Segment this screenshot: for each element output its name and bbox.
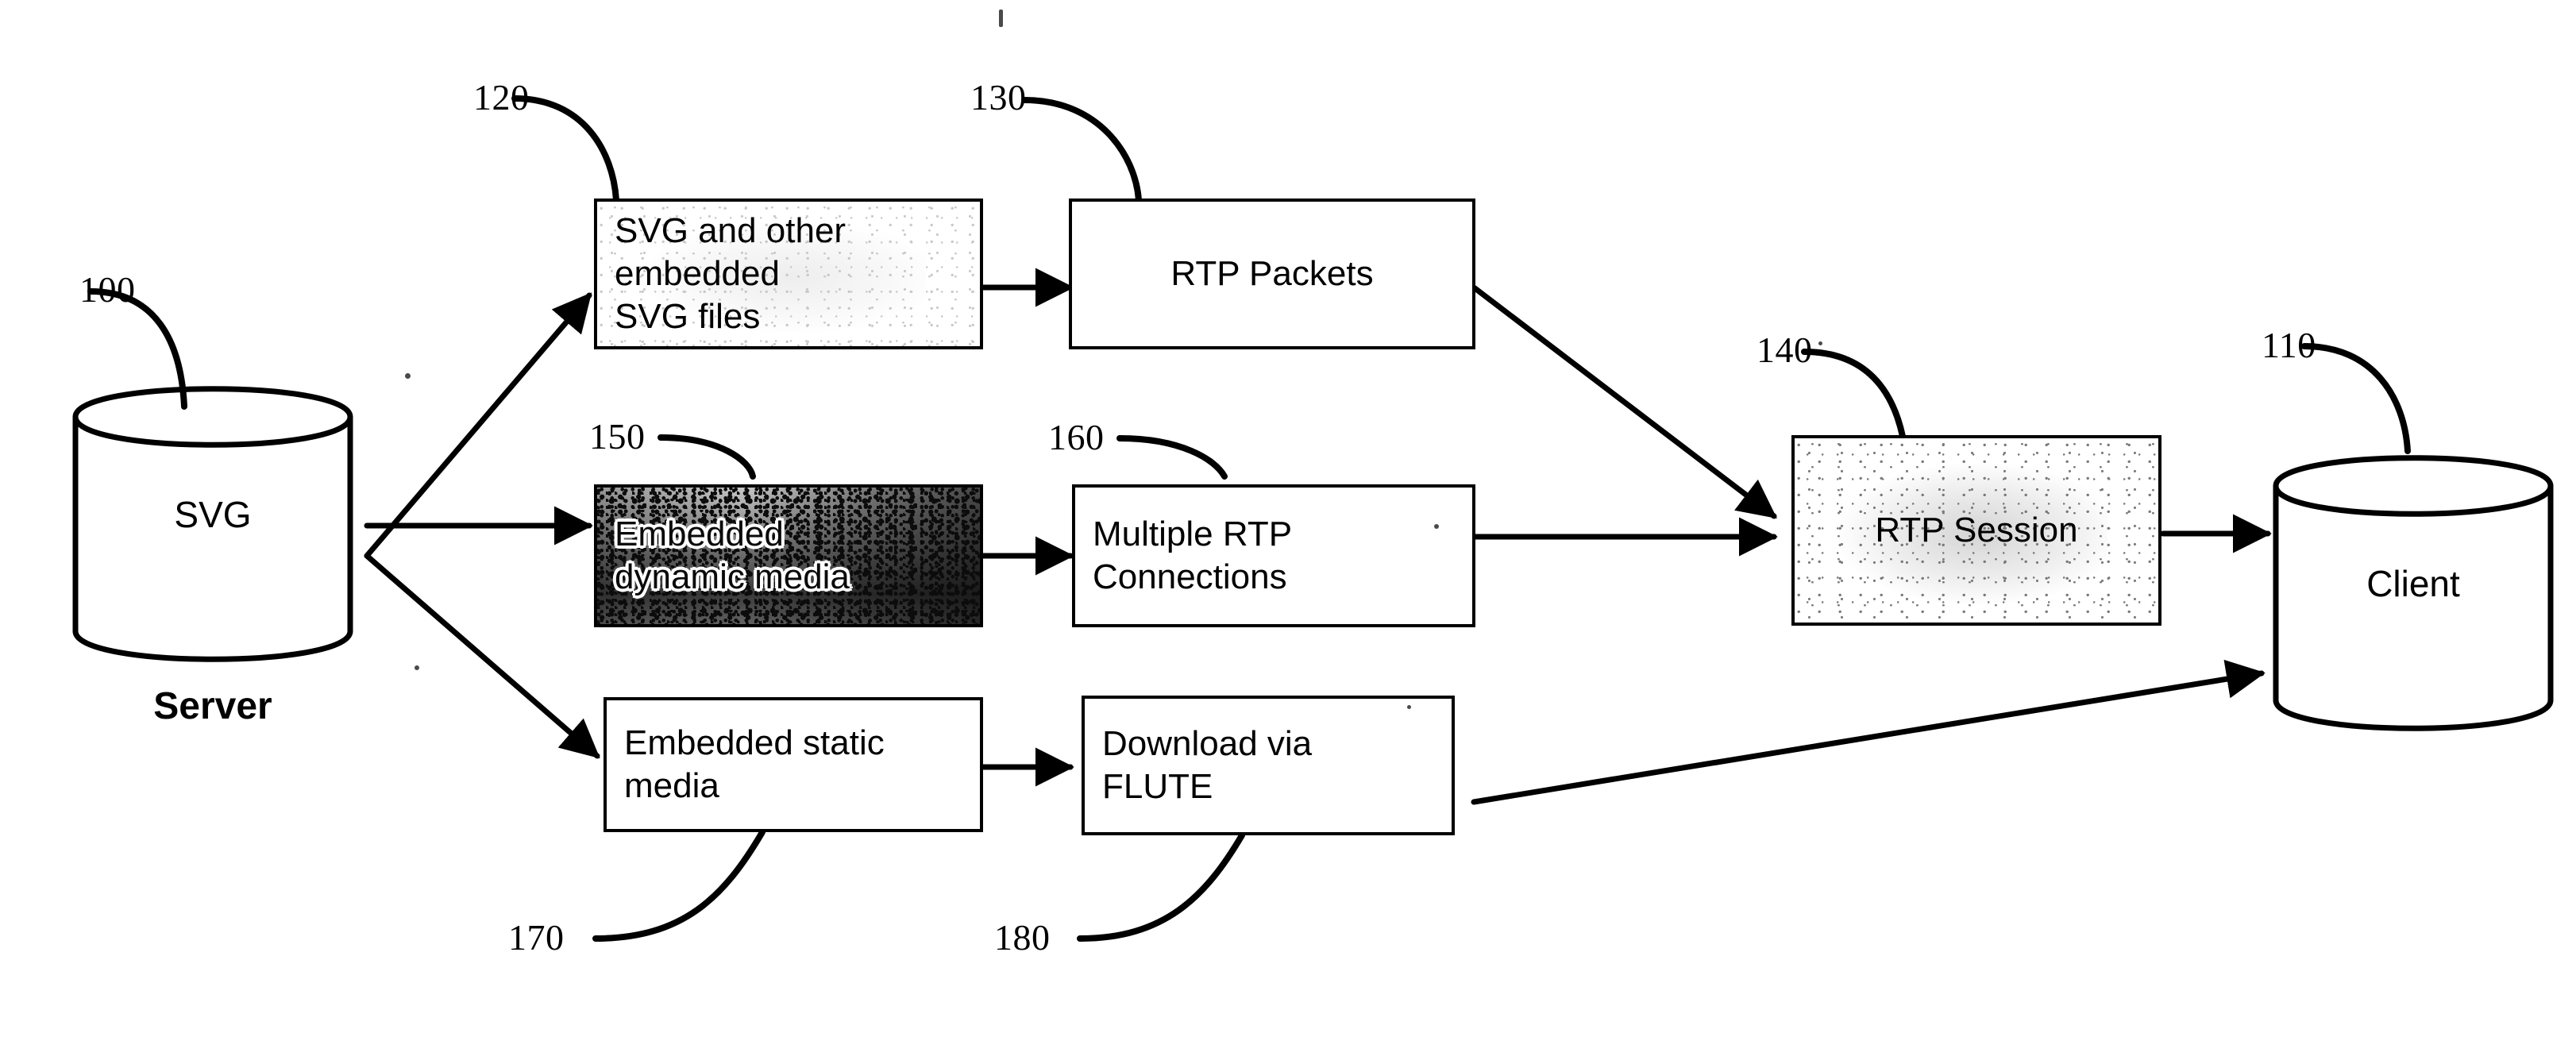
- box-rtp-packets-label: RTP Packets: [1170, 254, 1374, 294]
- leader-line-150: [657, 434, 756, 480]
- server-caption: Server: [153, 685, 272, 727]
- ref-numeral-150: 150: [589, 416, 646, 457]
- box-multiple-rtp-connections[interactable]: Multiple RTP Connections: [1072, 484, 1475, 627]
- box-dynamic-media-label: Embedded dynamic media: [615, 515, 850, 596]
- leader-line-130: [1021, 97, 1142, 203]
- box-static-media-label: Embedded static media: [624, 723, 885, 805]
- box-embedded-static-media[interactable]: Embedded static media: [604, 697, 983, 832]
- box-embedded-dynamic-media[interactable]: Embedded dynamic media: [594, 484, 983, 627]
- leader-line-110: [2301, 343, 2411, 454]
- arrow-server-to-svg-files: [364, 292, 592, 559]
- leader-line-180: [1077, 832, 1245, 942]
- client-label: Client: [2366, 563, 2460, 604]
- box-multiple-rtp-label: Multiple RTP Connections: [1093, 515, 1293, 596]
- arrow-download-flute-to-client: [1471, 659, 2266, 805]
- box-rtp-packets[interactable]: RTP Packets: [1069, 199, 1475, 349]
- ref-numeral-170: 170: [508, 917, 565, 958]
- client-node[interactable]: Client: [2276, 486, 2551, 700]
- server-node[interactable]: SVG: [75, 417, 350, 631]
- ref-numeral-120: 120: [473, 77, 530, 118]
- ref-numeral-140: 140: [1757, 330, 1813, 370]
- box-rtp-session[interactable]: RTP Session: [1791, 435, 2161, 626]
- ref-numeral-110: 110: [2262, 325, 2316, 365]
- ref-numeral-160: 160: [1048, 417, 1105, 457]
- leader-line-170: [592, 829, 765, 942]
- box-rtp-session-label: RTP Session: [1875, 511, 2078, 550]
- box-svg-and-other-embedded-svg-files[interactable]: SVG and other embedded SVG files: [594, 199, 983, 349]
- box-download-flute-label: Download via FLUTE: [1102, 724, 1313, 806]
- leader-line-120: [511, 95, 619, 203]
- box-download-via-flute[interactable]: Download via FLUTE: [1082, 696, 1455, 835]
- ref-numeral-100: 100: [79, 269, 136, 310]
- patent-figure: SVG Server Client SVG and other embedded…: [0, 0, 2576, 1037]
- server-label: SVG: [174, 494, 252, 535]
- ref-numeral-180: 180: [994, 917, 1051, 958]
- arrow-server-to-static-media: [364, 553, 600, 759]
- ref-numeral-130: 130: [970, 77, 1027, 118]
- box-svg-files-label: SVG and other embedded SVG files: [615, 211, 846, 336]
- leader-line-160: [1116, 435, 1228, 480]
- arrow-rtp-packets-to-rtp-session: [1471, 284, 1777, 519]
